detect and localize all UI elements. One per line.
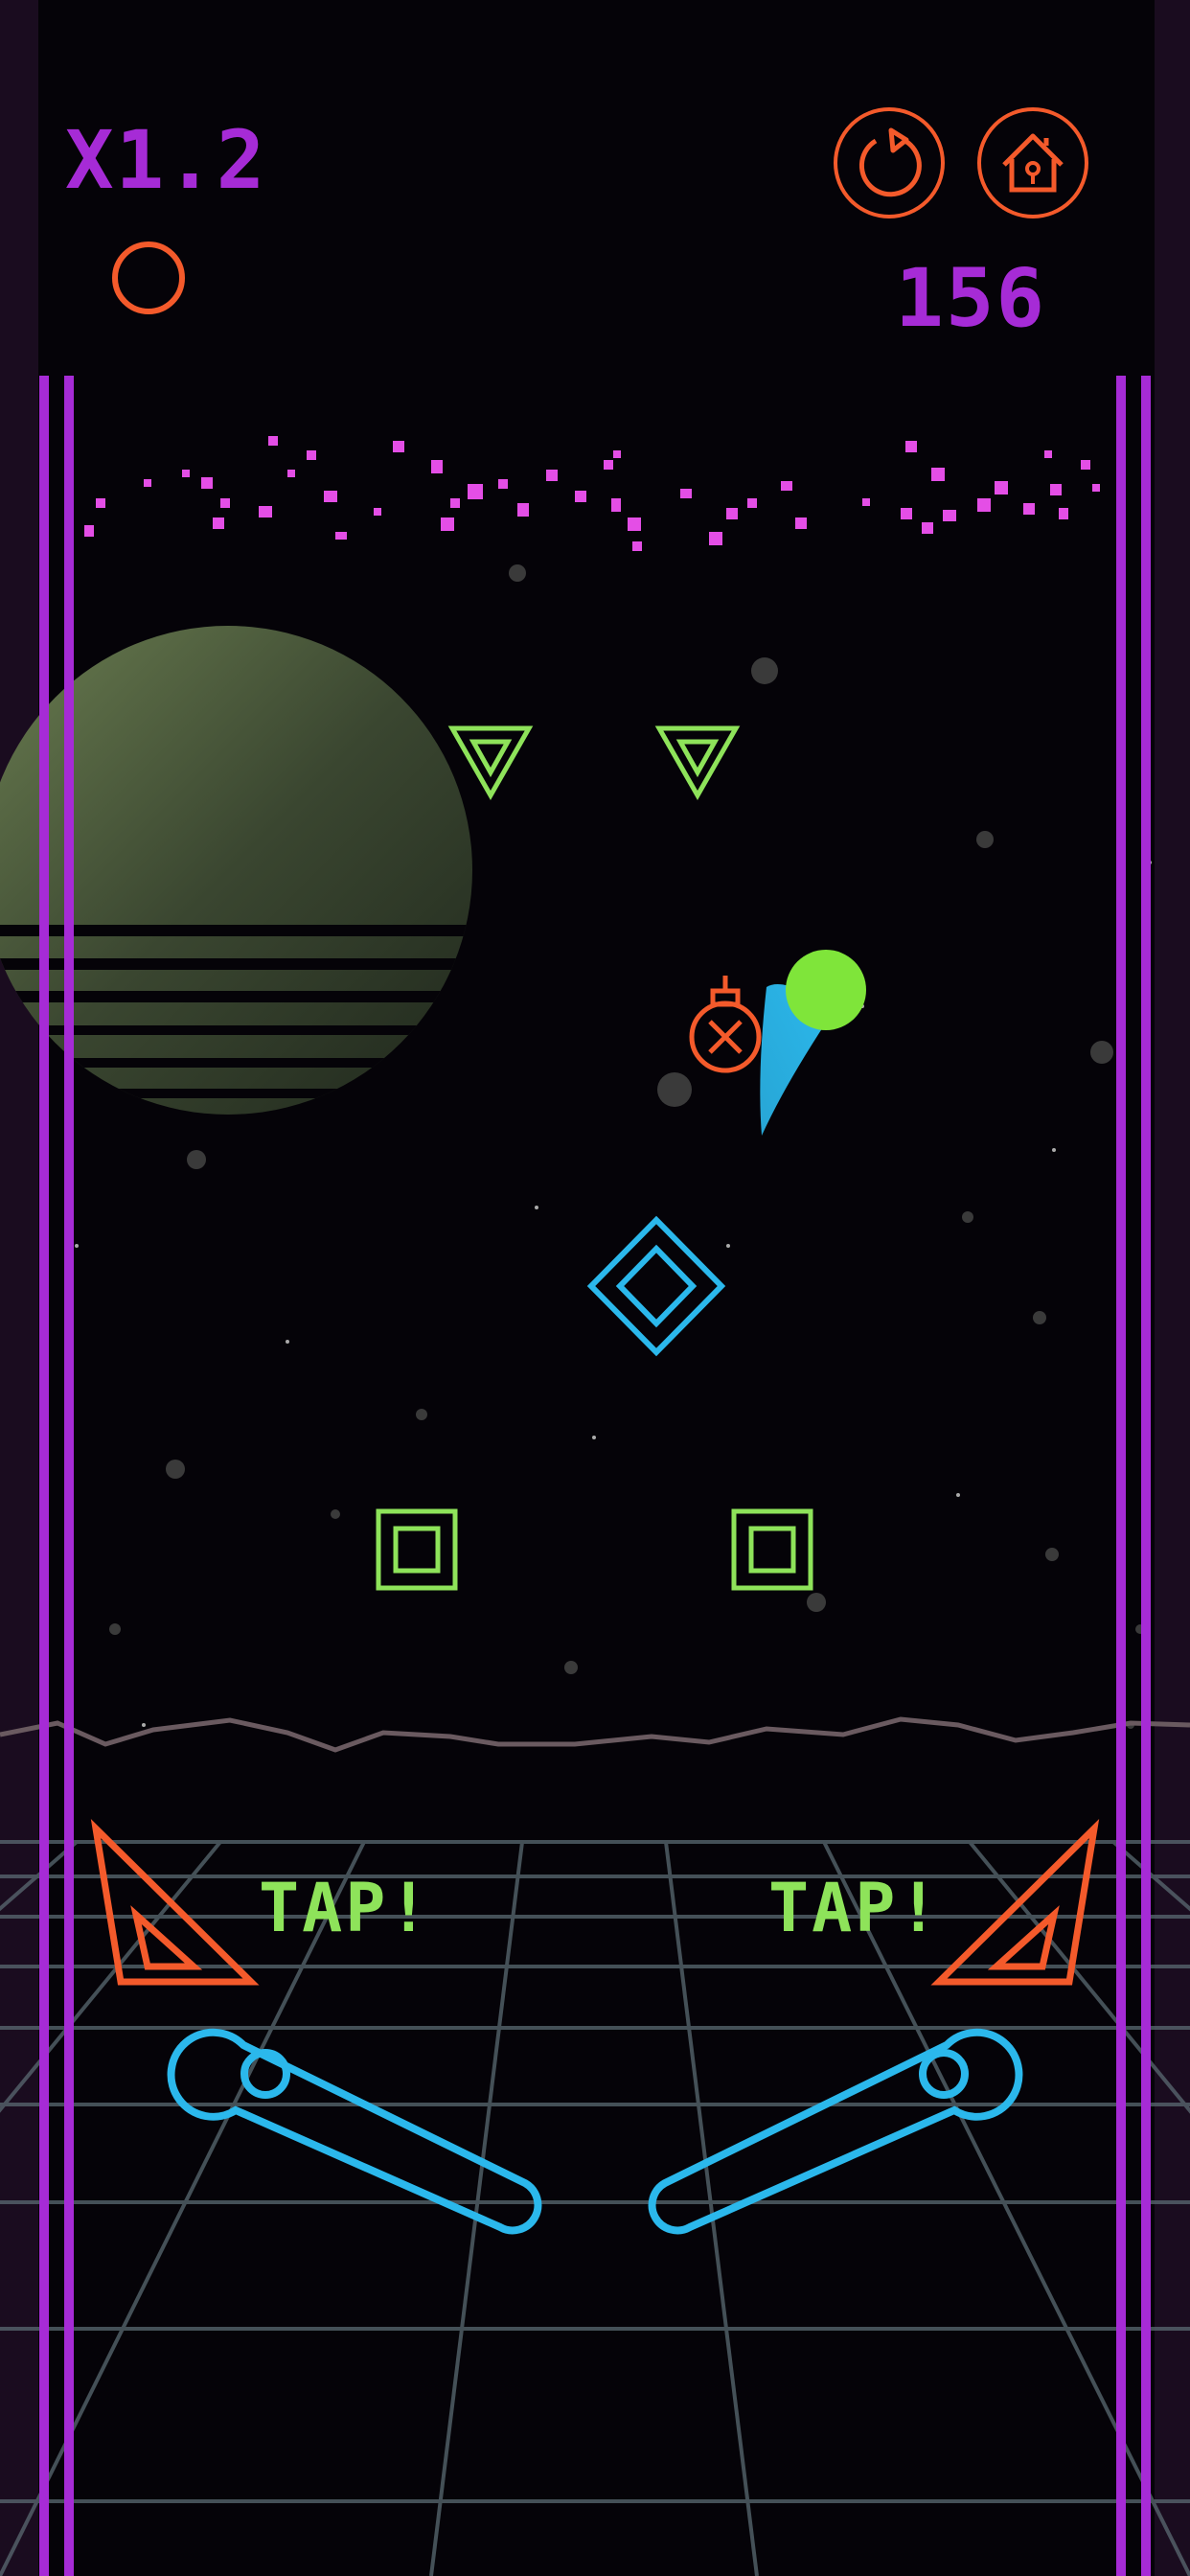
home-button[interactable]	[977, 107, 1088, 218]
game-playfield[interactable]	[0, 0, 1190, 2576]
pinball	[786, 950, 866, 1030]
score-multiplier: X1.2	[65, 113, 267, 207]
score-counter: 156	[895, 251, 1046, 345]
restart-icon	[858, 127, 922, 197]
home-icon	[1002, 133, 1064, 193]
left-nebula-edge	[0, 0, 38, 2576]
right-nebula-edge	[1155, 0, 1190, 2576]
restart-button[interactable]	[834, 107, 945, 218]
right-tap-prompt: TAP!	[768, 1869, 942, 1947]
left-tap-prompt: TAP!	[259, 1869, 432, 1947]
